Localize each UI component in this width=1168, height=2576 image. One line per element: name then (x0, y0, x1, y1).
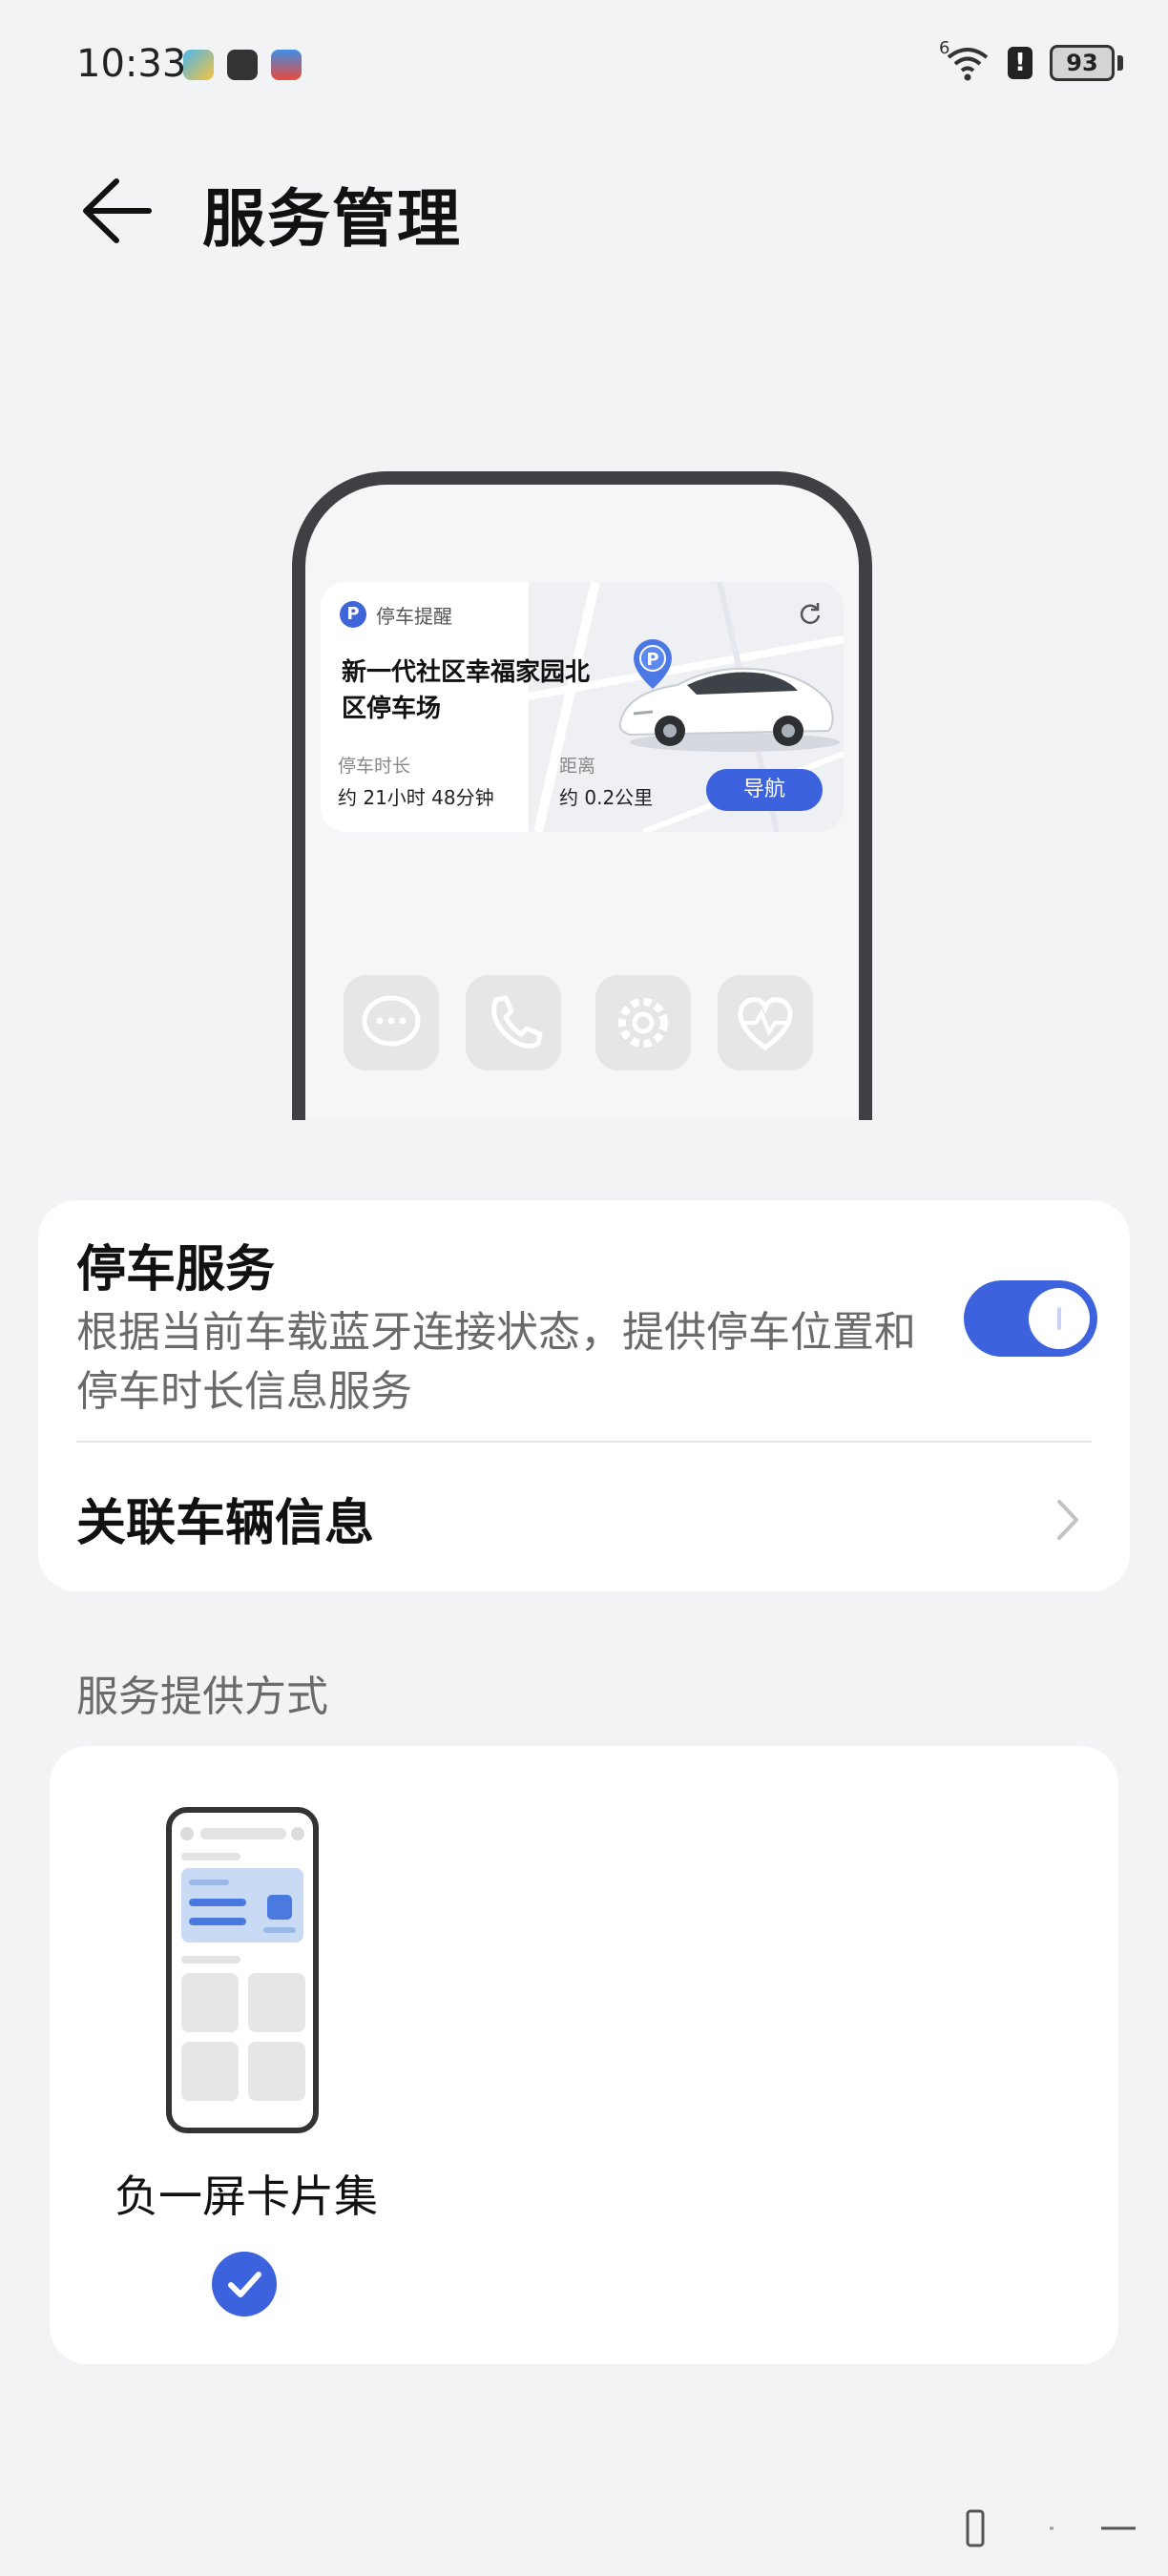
back-button[interactable] (74, 168, 160, 254)
card-collection-label: 负一屏卡片集 (115, 2171, 378, 2222)
parking-location: 新一代社区幸福家园北区停车场 (342, 658, 591, 723)
battery-icon: 93 (1050, 45, 1123, 81)
parking-service-toggle[interactable] (964, 1280, 1097, 1357)
linked-vehicle-label: 关联车辆信息 (76, 1495, 375, 1552)
toggle-on-mark (1057, 1307, 1061, 1330)
refresh-icon (800, 603, 821, 624)
service-method-section-title: 服务提供方式 (76, 1672, 328, 1721)
battery-level: 93 (1066, 50, 1098, 76)
system-nav-hint-icon (966, 2509, 1136, 2547)
notification-app-icon (227, 50, 258, 80)
preview-app-row (344, 975, 840, 1080)
distance-label: 距离 (559, 756, 596, 777)
preview-phone-illustration: P 停车提醒 新一代社区幸福家园北区停车场 P 停车时长 约 21小时 48分钟… (292, 471, 872, 1120)
navigate-button: 导航 (706, 769, 823, 811)
alert-icon: ! (1008, 47, 1032, 79)
toggle-knob (1029, 1288, 1090, 1349)
divider (76, 1441, 1092, 1443)
parking-pin-icon: P (634, 639, 672, 689)
service-method-card: 负一屏卡片集 (50, 1746, 1118, 2364)
status-time: 10:33 (76, 42, 187, 86)
parking-app-icon: P (340, 601, 366, 628)
notification-app-icon (183, 50, 214, 80)
arrow-left-icon (83, 178, 152, 243)
message-icon (344, 975, 439, 1070)
car-illustration: P (618, 639, 840, 752)
parking-pin-label: P (646, 650, 658, 670)
distance-value: 约 0.2公里 (559, 786, 654, 809)
parking-service-card: 停车服务 根据当前车载蓝牙连接状态，提供停车位置和停车时长信息服务 关联车辆信息 (38, 1200, 1130, 1591)
parking-service-description: 根据当前车载蓝牙连接状态，提供停车位置和停车时长信息服务 (76, 1308, 916, 1416)
card-app-name: 停车提醒 (376, 605, 452, 628)
page-title: 服务管理 (202, 182, 462, 256)
chevron-right-icon (1057, 1500, 1078, 1540)
notification-app-icon (271, 50, 302, 80)
parking-duration-label: 停车时长 (338, 756, 411, 777)
parking-reminder-card-preview: P 停车提醒 新一代社区幸福家园北区停车场 P 停车时长 约 21小时 48分钟… (321, 582, 844, 832)
wifi-icon: 6 (939, 38, 991, 82)
checkmark-icon (228, 2272, 261, 2297)
parking-duration-value: 约 21小时 48分钟 (338, 786, 494, 809)
linked-vehicle-info-row[interactable]: 关联车辆信息 (38, 1444, 1130, 1588)
parking-service-title: 停车服务 (76, 1241, 276, 1298)
phone-icon (466, 975, 561, 1070)
card-collection-checkbox[interactable] (212, 2252, 277, 2316)
battery-tip (1117, 55, 1123, 71)
card-collection-phone-icon[interactable] (166, 1807, 319, 2133)
status-bar: 10:33 6 ! 93 (0, 0, 1168, 134)
health-icon (718, 975, 813, 1070)
network-type-label: 6 (939, 38, 950, 58)
settings-icon (595, 975, 691, 1070)
